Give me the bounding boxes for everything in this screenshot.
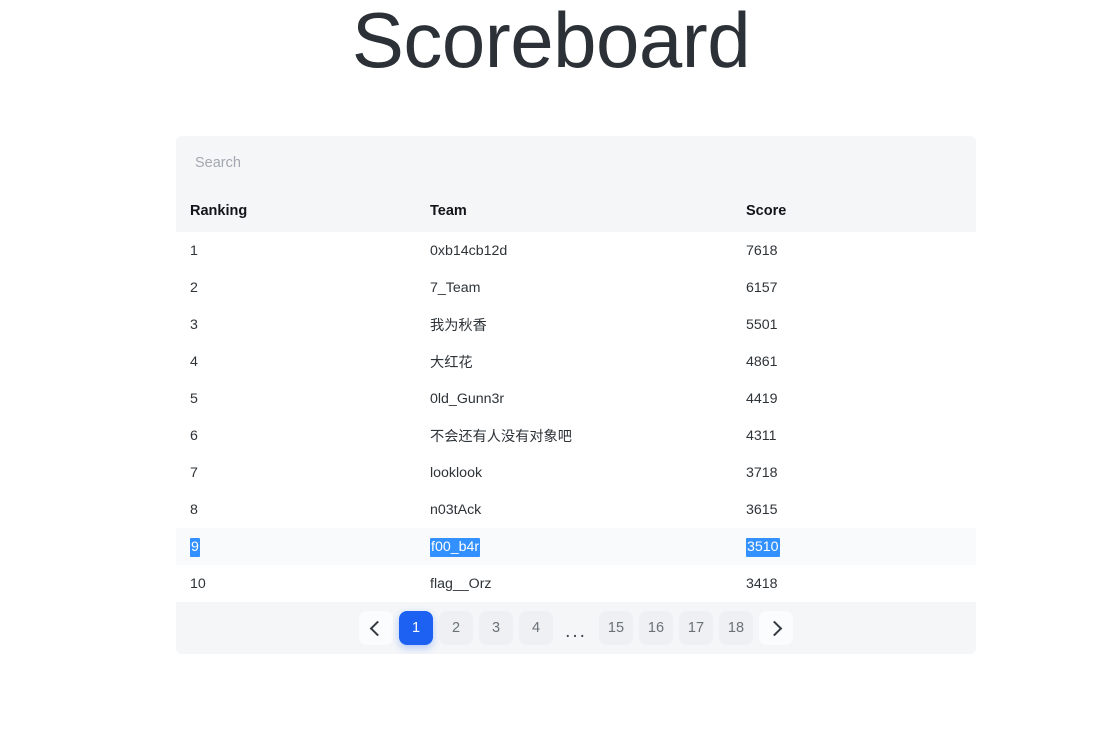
chevron-right-icon: [766, 620, 783, 636]
cell-team: 我为秋香: [430, 317, 487, 334]
cell-score: 5501: [746, 316, 778, 333]
table-row[interactable]: 6 不会还有人没有对象吧 4311: [176, 417, 976, 454]
table-row[interactable]: 3 我为秋香 5501: [176, 306, 976, 343]
cell-team: 7_Team: [430, 279, 481, 296]
table-body: 1 0xb14cb12d 7618 2 7_Team 6157 3 我为秋香 5…: [176, 232, 976, 602]
pagination-page-3[interactable]: 3: [479, 611, 513, 645]
pagination-next-button[interactable]: [759, 611, 793, 645]
selected-text-score: 3510: [746, 537, 780, 557]
pagination-page-15[interactable]: 15: [599, 611, 633, 645]
pagination-prev-button[interactable]: [359, 611, 393, 645]
pagination-page-4[interactable]: 4: [519, 611, 553, 645]
cell-score: 3418: [746, 575, 778, 592]
pagination-page-17[interactable]: 17: [679, 611, 713, 645]
cell-team: 不会还有人没有对象吧: [430, 428, 572, 445]
page-title: Scoreboard: [351, 0, 751, 84]
search-input[interactable]: [176, 149, 695, 177]
scoreboard-card: Ranking Team Score 1 0xb14cb12d 7618 2 7…: [176, 136, 976, 654]
cell-ranking: 6: [190, 427, 198, 444]
cell-team: looklook: [430, 464, 483, 481]
selected-text-team: f00_b4r: [430, 537, 481, 557]
cell-ranking: 8: [190, 501, 198, 518]
cell-team: f00_b4r: [430, 528, 746, 565]
scoreboard-table: Ranking Team Score 1 0xb14cb12d 7618 2 7…: [176, 190, 976, 602]
chevron-left-icon: [369, 620, 386, 636]
cell-score: 3718: [746, 464, 778, 481]
cell-score: 3510: [746, 528, 976, 565]
cell-ranking: 3: [190, 316, 198, 333]
pagination-page-1[interactable]: 1: [399, 611, 433, 645]
table-row[interactable]: 1 0xb14cb12d 7618: [176, 232, 976, 269]
cell-ranking: 1: [190, 242, 198, 259]
table-row-selected[interactable]: 9 f00_b4r 3510: [176, 528, 976, 565]
cell-ranking: 4: [190, 353, 198, 370]
table-header-row: Ranking Team Score: [176, 190, 976, 232]
cell-ranking: 9: [176, 528, 430, 565]
pagination: 1 2 3 4 ... 15 16 17 18: [176, 602, 976, 654]
pagination-page-2[interactable]: 2: [439, 611, 473, 645]
table-row[interactable]: 2 7_Team 6157: [176, 269, 976, 306]
cell-ranking: 5: [190, 390, 198, 407]
table-row[interactable]: 4 大红花 4861: [176, 343, 976, 380]
cell-team: n03tAck: [430, 501, 482, 518]
cell-team: 0ld_Gunn3r: [430, 390, 505, 407]
cell-score: 4419: [746, 390, 778, 407]
pagination-page-18[interactable]: 18: [719, 611, 753, 645]
cell-score: 4861: [746, 353, 778, 370]
cell-ranking: 10: [190, 575, 206, 592]
selected-text-ranking: 9: [190, 537, 200, 557]
column-header-ranking: Ranking: [190, 203, 248, 219]
cell-ranking: 7: [190, 464, 198, 481]
pagination-page-16[interactable]: 16: [639, 611, 673, 645]
search-bar: [176, 136, 976, 190]
table-header: Ranking Team Score: [176, 190, 976, 232]
cell-team: 0xb14cb12d: [430, 242, 508, 259]
cell-score: 3615: [746, 501, 778, 518]
table-row[interactable]: 7 looklook 3718: [176, 454, 976, 491]
cell-ranking: 2: [190, 279, 198, 296]
column-header-score: Score: [746, 203, 787, 219]
cell-score: 6157: [746, 279, 778, 296]
cell-score: 4311: [746, 427, 777, 444]
table-row[interactable]: 10 flag__Orz 3418: [176, 565, 976, 602]
column-header-team: Team: [430, 203, 467, 219]
cell-team: 大红花: [430, 354, 473, 371]
table-row[interactable]: 8 n03tAck 3615: [176, 491, 976, 528]
cell-team: flag__Orz: [430, 575, 492, 592]
cell-score: 7618: [746, 242, 778, 259]
pagination-ellipsis: ...: [565, 621, 587, 642]
table-row[interactable]: 5 0ld_Gunn3r 4419: [176, 380, 976, 417]
